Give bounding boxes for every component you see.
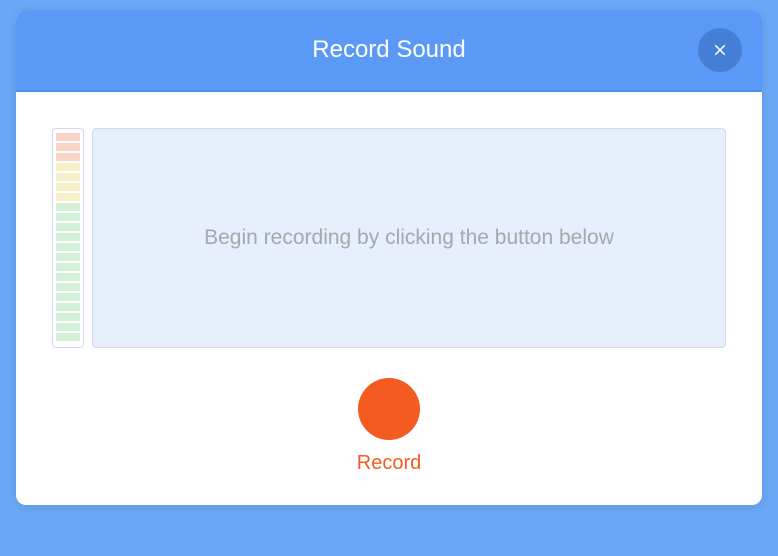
level-bar <box>56 303 80 311</box>
record-label: Record <box>357 452 421 475</box>
level-bar <box>56 333 80 341</box>
level-bar <box>56 203 80 211</box>
level-bar <box>56 273 80 281</box>
level-bar <box>56 293 80 301</box>
close-button[interactable] <box>698 28 742 72</box>
level-bar <box>56 263 80 271</box>
recording-hint: Begin recording by clicking the button b… <box>204 226 614 250</box>
record-sound-modal: Record Sound <box>16 10 762 505</box>
record-controls: Record <box>52 378 726 475</box>
level-bar <box>56 193 80 201</box>
level-bar <box>56 163 80 171</box>
level-bar <box>56 173 80 181</box>
level-bar <box>56 233 80 241</box>
level-bar <box>56 283 80 291</box>
waveform-area: Begin recording by clicking the button b… <box>92 128 726 348</box>
modal-title: Record Sound <box>312 36 465 64</box>
recording-area: Begin recording by clicking the button b… <box>52 128 726 348</box>
level-bar <box>56 313 80 321</box>
level-bar <box>56 213 80 221</box>
level-bar <box>56 133 80 141</box>
level-bar <box>56 153 80 161</box>
level-bar <box>56 253 80 261</box>
level-meter <box>52 128 84 348</box>
level-bar <box>56 323 80 331</box>
level-bar <box>56 243 80 251</box>
record-button[interactable] <box>358 378 420 440</box>
level-bar <box>56 183 80 191</box>
close-icon <box>711 41 729 59</box>
level-bar <box>56 143 80 151</box>
modal-body: Begin recording by clicking the button b… <box>16 92 762 505</box>
modal-header: Record Sound <box>16 10 762 92</box>
level-bar <box>56 223 80 231</box>
